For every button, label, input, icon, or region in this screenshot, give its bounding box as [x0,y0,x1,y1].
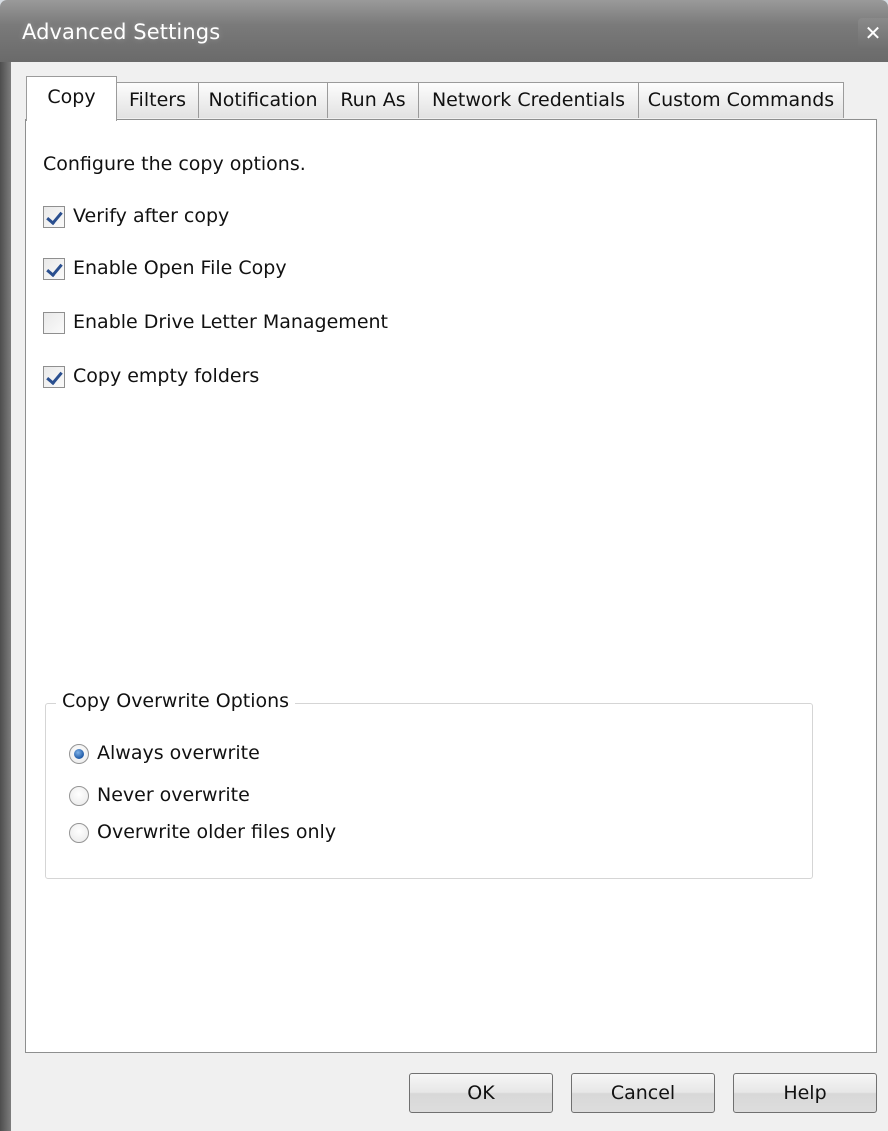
title-bar[interactable]: Advanced Settings ✕ [0,0,888,62]
copy-tab-panel: Configure the copy options. Verify after… [25,119,877,1053]
tab-notification[interactable]: Notification [198,82,328,118]
advanced-settings-dialog: Advanced Settings ✕ Copy Filters Notific… [0,0,888,1131]
always-overwrite-label[interactable]: Always overwrite [97,742,260,764]
panel-description: Configure the copy options. [43,153,306,175]
enable-open-file-copy-label[interactable]: Enable Open File Copy [73,257,287,279]
tab-label: Run As [340,89,406,111]
tab-network-credentials[interactable]: Network Credentials [418,82,639,118]
verify-after-copy-checkbox[interactable] [43,206,65,228]
enable-open-file-copy-checkbox[interactable] [43,258,65,280]
tab-label: Notification [208,89,318,111]
copy-overwrite-options-group: Copy Overwrite Options Always overwrite … [45,690,813,879]
enable-drive-letter-management-label[interactable]: Enable Drive Letter Management [73,311,388,333]
close-icon: ✕ [864,21,882,45]
tab-custom-commands[interactable]: Custom Commands [638,82,844,118]
tab-label: Custom Commands [647,89,835,111]
tab-run-as[interactable]: Run As [327,82,419,118]
tab-label: Network Credentials [431,89,626,111]
help-button[interactable]: Help [733,1073,877,1113]
tab-label: Copy [47,86,96,108]
tab-filters[interactable]: Filters [116,82,199,118]
never-overwrite-radio[interactable] [69,786,89,806]
always-overwrite-radio[interactable] [69,744,89,764]
ok-button[interactable]: OK [409,1073,553,1113]
window-title: Advanced Settings [22,20,221,44]
group-title: Copy Overwrite Options [56,690,296,712]
tab-label: Filters [129,89,186,111]
overwrite-older-files-only-radio[interactable] [69,823,89,843]
dialog-body: Copy Filters Notification Run As Network… [11,62,888,1131]
never-overwrite-label[interactable]: Never overwrite [97,784,250,806]
overwrite-older-files-only-label[interactable]: Overwrite older files only [97,821,336,843]
copy-empty-folders-checkbox[interactable] [43,366,65,388]
cancel-button[interactable]: Cancel [571,1073,715,1113]
enable-drive-letter-management-checkbox[interactable] [43,312,65,334]
window-frame [0,62,11,1131]
verify-after-copy-label[interactable]: Verify after copy [73,205,229,227]
tab-copy[interactable]: Copy [26,76,117,121]
close-button[interactable]: ✕ [858,18,888,50]
copy-empty-folders-label[interactable]: Copy empty folders [73,365,259,387]
